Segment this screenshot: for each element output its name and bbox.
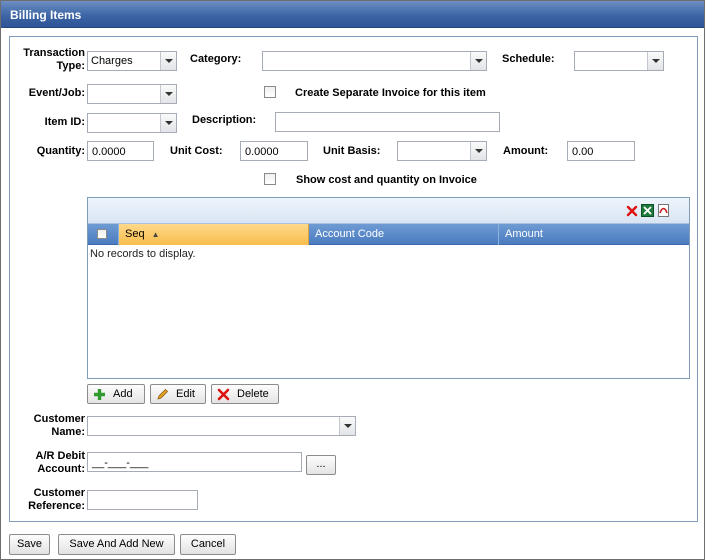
separate-invoice-checkbox[interactable]: [264, 86, 276, 98]
item-id-select[interactable]: [87, 113, 177, 133]
column-header-account-code[interactable]: Account Code: [309, 224, 499, 245]
export-excel-icon[interactable]: [641, 204, 654, 217]
edit-button-label: Edit: [176, 388, 195, 400]
chevron-down-icon[interactable]: [647, 52, 663, 70]
quantity-input[interactable]: 0.0000: [87, 141, 154, 161]
column-header-seq-label: Seq: [125, 228, 145, 240]
chevron-down-icon[interactable]: [470, 52, 486, 70]
customer-name-select[interactable]: [87, 416, 356, 436]
description-input[interactable]: [275, 112, 500, 132]
select-all-cell: [88, 224, 119, 245]
delete-x-icon[interactable]: [626, 205, 638, 217]
separate-invoice-label: Create Separate Invoice for this item: [295, 87, 486, 99]
window-title: Billing Items: [1, 1, 704, 28]
show-cost-label: Show cost and quantity on Invoice: [296, 174, 477, 186]
grid-command-bar: [88, 198, 689, 224]
account-grid: Seq ▲ Account Code Amount No records to …: [87, 197, 690, 379]
chevron-down-icon[interactable]: [160, 52, 176, 70]
ar-account-browse-button[interactable]: ...: [306, 455, 336, 475]
select-all-checkbox[interactable]: [97, 229, 107, 239]
billing-form-panel: Transaction Type: Charges Category: Sche…: [9, 36, 698, 522]
transaction-type-select[interactable]: Charges: [87, 51, 177, 71]
delete-button-label: Delete: [237, 388, 269, 400]
delete-x-icon: [217, 388, 230, 401]
pencil-icon: [157, 388, 169, 400]
event-job-label: Event/Job:: [28, 87, 85, 99]
unit-basis-select[interactable]: [397, 141, 487, 161]
transaction-type-value: Charges: [91, 55, 133, 67]
column-header-amount[interactable]: Amount: [499, 224, 689, 245]
amount-label: Amount:: [503, 145, 549, 157]
export-pdf-icon[interactable]: [657, 204, 670, 217]
column-header-seq[interactable]: Seq ▲: [119, 224, 309, 245]
item-id-label: Item ID:: [44, 116, 85, 128]
delete-button[interactable]: Delete: [211, 384, 279, 404]
add-button-label: Add: [113, 388, 133, 400]
unit-basis-label: Unit Basis:: [323, 145, 381, 157]
schedule-select[interactable]: [574, 51, 664, 71]
cancel-button[interactable]: Cancel: [180, 534, 236, 555]
no-records-message: No records to display.: [90, 248, 196, 260]
show-cost-checkbox[interactable]: [264, 173, 276, 185]
chevron-down-icon[interactable]: [160, 85, 176, 103]
grid-header-row: Seq ▲ Account Code Amount: [88, 224, 689, 245]
quantity-label: Quantity:: [36, 145, 85, 157]
description-label: Description:: [192, 114, 257, 126]
plus-icon: [94, 389, 105, 400]
ar-debit-account-label: A/R Debit Account:: [35, 450, 86, 475]
chevron-down-icon[interactable]: [339, 417, 355, 435]
customer-reference-label: Customer Reference:: [28, 487, 85, 512]
sort-ascending-icon: ▲: [151, 230, 160, 239]
transaction-type-label: Transaction Type:: [23, 47, 85, 72]
ar-debit-account-input[interactable]: __-___-___: [87, 452, 302, 472]
chevron-down-icon[interactable]: [470, 142, 486, 160]
edit-button[interactable]: Edit: [150, 384, 206, 404]
customer-reference-input[interactable]: [87, 490, 198, 510]
save-and-add-new-button[interactable]: Save And Add New: [58, 534, 175, 555]
chevron-down-icon[interactable]: [160, 114, 176, 132]
amount-input[interactable]: 0.00: [567, 141, 635, 161]
category-select[interactable]: [262, 51, 487, 71]
add-button[interactable]: Add: [87, 384, 145, 404]
unit-cost-label: Unit Cost:: [170, 145, 223, 157]
event-job-select[interactable]: [87, 84, 177, 104]
customer-name-label: Customer Name:: [33, 413, 85, 438]
save-button[interactable]: Save: [9, 534, 50, 555]
unit-cost-input[interactable]: 0.0000: [240, 141, 308, 161]
billing-items-window: Billing Items Transaction Type: Charges …: [0, 0, 705, 560]
schedule-label: Schedule:: [502, 53, 555, 65]
